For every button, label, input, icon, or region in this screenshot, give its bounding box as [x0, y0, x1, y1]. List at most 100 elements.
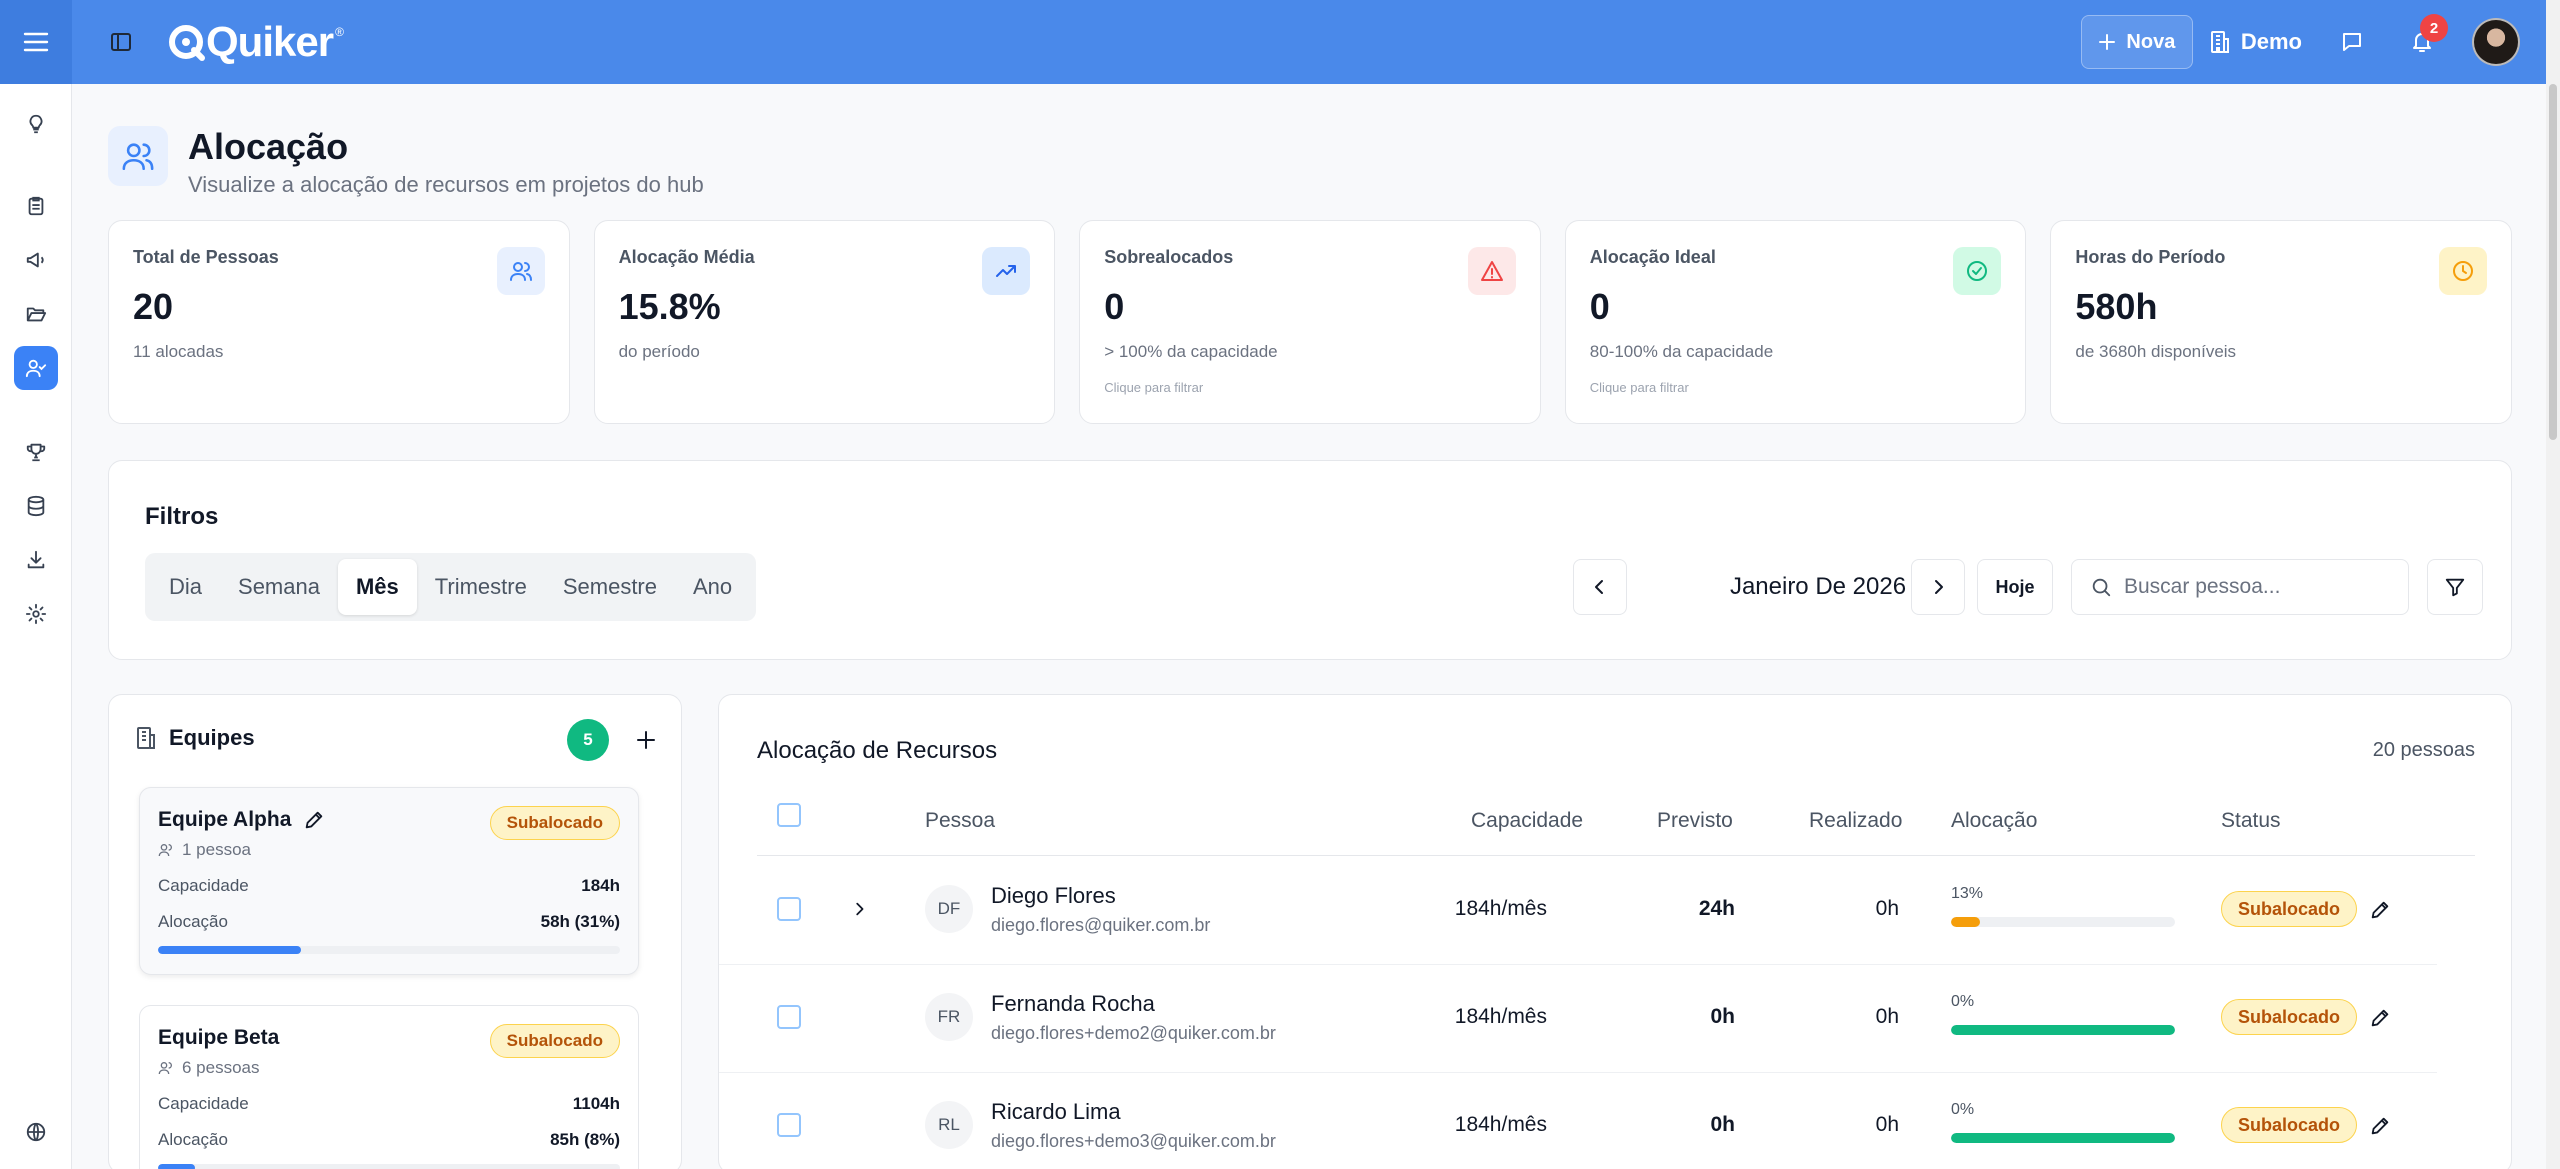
allocation-bar-fill — [1951, 1133, 2175, 1143]
logo-registered-mark: ® — [335, 25, 344, 39]
stat-icon-box — [1953, 247, 2002, 295]
allocation-bar — [1951, 917, 2175, 927]
rail-item-achievements[interactable] — [14, 430, 58, 474]
pencil-icon — [2371, 901, 2389, 919]
table-row[interactable]: DF Diego Flores diego.flores@quiker.com.… — [719, 857, 2437, 965]
rail-item-database[interactable] — [14, 484, 58, 528]
chevron-right-icon — [856, 902, 864, 916]
notifications-button[interactable]: 2 — [2402, 14, 2448, 62]
search-box — [2071, 559, 2409, 615]
rail-item-announcements[interactable] — [14, 238, 58, 282]
new-button-label: Nova — [2126, 30, 2176, 53]
rail-item-ideas[interactable] — [14, 102, 58, 146]
sidebar-toggle-button[interactable] — [106, 27, 136, 57]
building-icon — [2210, 31, 2229, 53]
column-header-allocation[interactable]: Alocação — [1951, 809, 2037, 833]
stat-value: 580h — [2075, 286, 2158, 327]
user-check-icon — [25, 359, 47, 378]
stat-card-ideal-allocation[interactable]: Alocação Ideal 0 80-100% da capacidade C… — [1564, 220, 2027, 424]
allocation-panel: Alocação de Recursos 20 pessoas Pessoa C… — [718, 694, 2512, 1169]
stat-card-overallocated[interactable]: Sobrealocados 0 > 100% da capacidade Cli… — [1079, 220, 1541, 424]
logo[interactable]: Quiker ® — [166, 18, 344, 66]
team-card[interactable]: Equipe Beta 6 pessoas Subalocado Capacid… — [139, 1005, 639, 1169]
scrollbar-thumb[interactable] — [2549, 84, 2557, 440]
filter-icon — [2445, 578, 2465, 597]
team-card[interactable]: Equipe Alpha 1 pessoa Subalocado Capacid… — [139, 787, 639, 975]
page-scrollbar[interactable] — [2546, 0, 2560, 1169]
team-allocation-bar — [158, 946, 620, 954]
allocation-title: Alocação de Recursos — [757, 737, 998, 764]
teams-title: Equipes — [169, 725, 255, 750]
column-header-status[interactable]: Status — [2221, 809, 2281, 833]
side-rail — [0, 84, 72, 1169]
table-row[interactable]: RL Ricardo Lima diego.flores+demo3@quike… — [719, 1073, 2437, 1169]
person-actual-hours: 0h — [1875, 897, 1899, 920]
previous-period-button[interactable] — [1573, 559, 1627, 615]
table-row[interactable]: FR Fernanda Rocha diego.flores+demo2@qui… — [719, 965, 2437, 1073]
period-option-day[interactable]: Dia — [151, 559, 220, 615]
column-header-actual[interactable]: Realizado — [1809, 809, 1902, 833]
check-circle-icon — [1967, 261, 1988, 281]
messages-button[interactable] — [2332, 22, 2372, 62]
row-checkbox[interactable] — [777, 897, 801, 921]
message-square-icon — [2343, 33, 2361, 51]
next-period-button[interactable] — [1911, 559, 1965, 615]
column-header-person[interactable]: Pessoa — [925, 809, 995, 833]
pencil-icon[interactable] — [303, 809, 325, 831]
menu-button[interactable] — [0, 0, 72, 84]
add-team-button[interactable] — [627, 721, 665, 759]
team-people-row: 6 pessoas — [158, 1058, 620, 1078]
team-allocation-bar-fill — [158, 1164, 195, 1169]
allocation-bar — [1951, 1133, 2175, 1143]
plus-icon — [637, 731, 655, 749]
person-initials-avatar: FR — [925, 993, 973, 1041]
allocation-bar — [1951, 1025, 2175, 1035]
edit-row-button[interactable] — [2365, 1111, 2395, 1141]
person-capacity: 184h/mês — [1454, 1113, 1547, 1136]
rail-item-downloads[interactable] — [14, 538, 58, 582]
stat-note: 80-100% da capacidade — [1589, 342, 1774, 361]
workspace-switcher[interactable]: Demo — [2209, 29, 2302, 55]
advanced-filter-button[interactable] — [2427, 559, 2483, 615]
rail-item-settings[interactable] — [14, 592, 58, 636]
edit-row-button[interactable] — [2365, 1003, 2395, 1033]
period-option-week[interactable]: Semana — [220, 559, 338, 615]
column-header-capacity[interactable]: Capacidade — [1471, 809, 1583, 833]
rail-item-projects[interactable] — [14, 292, 58, 336]
megaphone-icon — [26, 252, 44, 268]
person-email: diego.flores+demo3@quiker.com.br — [991, 1131, 1276, 1151]
rail-item-tasks[interactable] — [14, 184, 58, 228]
allocation-bar-fill — [1951, 917, 1981, 927]
row-checkbox[interactable] — [777, 1113, 801, 1137]
user-avatar[interactable] — [2472, 18, 2520, 66]
edit-row-button[interactable] — [2365, 895, 2395, 925]
person-name: Fernanda Rocha — [991, 991, 1155, 1016]
team-status-badge: Subalocado — [489, 806, 620, 840]
rail-item-language[interactable] — [14, 1110, 58, 1154]
new-button[interactable]: Nova — [2080, 15, 2193, 69]
users-icon — [509, 262, 532, 281]
lightbulb-icon — [29, 114, 43, 134]
page-title: Alocação — [188, 126, 349, 167]
gear-icon — [25, 603, 47, 625]
expand-row-button[interactable] — [845, 895, 873, 923]
select-all-checkbox[interactable] — [777, 803, 801, 827]
rail-item-allocation[interactable] — [14, 346, 58, 390]
users-icon — [158, 1062, 172, 1075]
row-checkbox[interactable] — [777, 1005, 801, 1029]
team-allocation-value: 58h (31%) — [540, 912, 620, 931]
period-option-semester[interactable]: Semestre — [545, 559, 675, 615]
plus-icon — [2099, 34, 2116, 50]
allocation-percent: 13% — [1951, 885, 1984, 902]
team-status-badge: Subalocado — [489, 1024, 620, 1058]
column-header-planned[interactable]: Previsto — [1657, 809, 1733, 833]
stat-icon-box — [496, 247, 545, 295]
search-person-input[interactable] — [2124, 575, 2384, 599]
period-option-year[interactable]: Ano — [675, 559, 750, 615]
team-capacity-row: Capacidade 184h — [158, 876, 620, 896]
stat-cards: Total de Pessoas 20 11 alocadas Alocação… — [108, 220, 2512, 424]
today-button[interactable]: Hoje — [1977, 559, 2053, 615]
period-option-quarter[interactable]: Trimestre — [417, 559, 545, 615]
period-option-month[interactable]: Mês — [337, 559, 417, 615]
page-subtitle: Visualize a alocação de recursos em proj… — [188, 172, 704, 197]
